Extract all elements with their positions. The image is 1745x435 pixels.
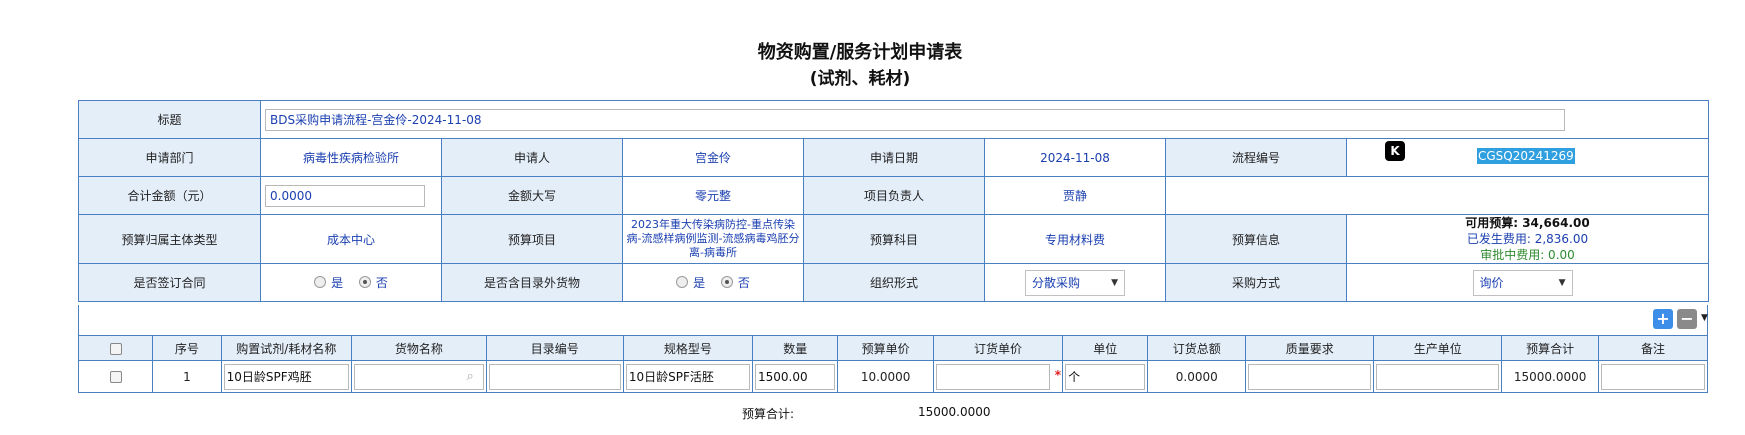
col-header-qty: 数量 bbox=[752, 335, 839, 361]
required-mark: * bbox=[1054, 368, 1062, 382]
budget-subject-value: 专用材料费 bbox=[984, 214, 1166, 264]
grid-header-row: 序号 购置试剂/耗材名称 货物名称 目录编号 规格型号 数量 预算单价 订货单价… bbox=[77, 335, 1709, 361]
applicant-label: 申请人 bbox=[441, 138, 623, 177]
radio-selected-icon bbox=[720, 276, 733, 289]
chevron-down-icon[interactable]: ▼ bbox=[1701, 313, 1708, 323]
col-header-spec: 规格型号 bbox=[622, 335, 754, 361]
dept-value: 病毒性疾病检验所 bbox=[260, 138, 442, 177]
budget-spent: 已发生费用: 2,836.00 bbox=[1466, 232, 1589, 246]
application-form: 标题 BDS采购申请流程-宫金伶-2024-11-08 申请部门 病毒性疾病检验… bbox=[78, 100, 1709, 302]
dept-label: 申请部门 bbox=[78, 138, 261, 177]
col-header-producer: 生产单位 bbox=[1373, 335, 1503, 361]
budget-available: 可用预算: 34,664.00 bbox=[1465, 216, 1590, 230]
col-header-index: 序号 bbox=[152, 335, 222, 361]
budget-total-value: 15000.0000 bbox=[1501, 360, 1599, 393]
row-index: 1 bbox=[152, 360, 222, 393]
col-header-note: 备注 bbox=[1597, 335, 1709, 361]
budget-info-label: 预算信息 bbox=[1165, 214, 1347, 264]
search-icon[interactable]: ⌕ bbox=[467, 369, 474, 384]
chevron-down-icon: ▼ bbox=[1111, 277, 1118, 288]
budget-pending: 审批中费用: 0.00 bbox=[1480, 248, 1575, 262]
quality-input[interactable] bbox=[1248, 363, 1372, 390]
producer-input[interactable] bbox=[1376, 363, 1500, 390]
note-input[interactable] bbox=[1600, 363, 1705, 390]
summary-value: 15000.0000 bbox=[918, 405, 991, 419]
items-grid: 序号 购置试剂/耗材名称 货物名称 目录编号 规格型号 数量 预算单价 订货单价… bbox=[77, 335, 1709, 393]
process-no-label: 流程编号 bbox=[1165, 138, 1347, 177]
contract-yes-radio[interactable]: 是 bbox=[314, 274, 343, 291]
budget-item-label: 预算项目 bbox=[441, 214, 623, 264]
purchase-method-label: 采购方式 bbox=[1165, 263, 1347, 302]
spec-input[interactable]: 10日龄SPF活胚 bbox=[625, 363, 751, 390]
process-no-value: CGSQ20241269 bbox=[1477, 148, 1575, 164]
budget-price-value: 10.0000 bbox=[837, 360, 934, 393]
date-label: 申请日期 bbox=[803, 138, 985, 177]
qty-input[interactable]: 1500.00 bbox=[755, 363, 836, 390]
radio-circle-icon bbox=[314, 276, 327, 289]
col-header-catalog: 目录编号 bbox=[485, 335, 624, 361]
project-owner-value: 贾静 bbox=[984, 176, 1166, 215]
summary-label: 预算合计: bbox=[742, 407, 795, 421]
k-badge-icon[interactable]: K bbox=[1385, 141, 1405, 161]
org-form-select[interactable]: 分散采购 ▼ bbox=[1025, 269, 1125, 296]
item-name-input[interactable]: 10日龄SPF鸡胚 bbox=[223, 363, 349, 390]
budget-info: 可用预算: 34,664.00 已发生费用: 2,836.00 审批中费用: 0… bbox=[1346, 214, 1709, 264]
project-owner-label: 项目负责人 bbox=[803, 176, 985, 215]
chevron-down-icon: ▼ bbox=[1558, 277, 1566, 288]
catalog-label: 是否含目录外货物 bbox=[441, 263, 623, 302]
budget-item-value: 2023年重大传染病防控-重点传染病-流感样病例监测-流感病毒鸡胚分离-病毒所 bbox=[622, 214, 804, 264]
contract-label: 是否签订合同 bbox=[78, 263, 261, 302]
unit-input[interactable]: 个 bbox=[1065, 363, 1146, 390]
remove-row-button[interactable]: − bbox=[1677, 309, 1697, 329]
subject-label: 标题 bbox=[78, 100, 261, 139]
col-header-unit: 单位 bbox=[1062, 335, 1149, 361]
col-header-order-total: 订货总额 bbox=[1147, 335, 1247, 361]
order-total-value: 0.0000 bbox=[1147, 360, 1247, 393]
col-header-budget-price: 预算单价 bbox=[837, 335, 934, 361]
grid-toolbar: + − ▼ bbox=[78, 305, 1708, 335]
amount-cn-label: 金额大写 bbox=[441, 176, 623, 215]
col-header-order-price: 订货单价 bbox=[932, 335, 1064, 361]
budget-subject-label: 预算科目 bbox=[803, 214, 985, 264]
col-header-name: 购置试剂/耗材名称 bbox=[220, 335, 352, 361]
purchase-method-select[interactable]: 询价 ▼ bbox=[1472, 269, 1573, 296]
catalog-no-input[interactable] bbox=[488, 363, 621, 390]
org-form-label: 组织形式 bbox=[803, 263, 985, 302]
catalog-yes-radio[interactable]: 是 bbox=[676, 274, 705, 291]
total-amount-input[interactable]: 0.0000 bbox=[265, 184, 425, 207]
subject-input[interactable]: BDS采购申请流程-宫金伶-2024-11-08 bbox=[265, 108, 1565, 131]
applicant-value: 宫金伶 bbox=[622, 138, 804, 177]
goods-name-input[interactable] bbox=[353, 363, 484, 390]
total-label: 合计金额（元） bbox=[78, 176, 261, 215]
radio-selected-icon bbox=[358, 276, 371, 289]
form-subtitle: (试剂、耗材) bbox=[809, 69, 911, 89]
select-all-checkbox[interactable] bbox=[109, 342, 122, 355]
amount-cn-value: 零元整 bbox=[622, 176, 804, 215]
budget-type-label: 预算归属主体类型 bbox=[78, 214, 261, 264]
form-title: 物资购置/服务计划申请表 bbox=[757, 42, 963, 63]
budget-type-value: 成本中心 bbox=[260, 214, 442, 264]
add-row-button[interactable]: + bbox=[1653, 309, 1673, 329]
radio-circle-icon bbox=[676, 276, 689, 289]
order-price-input[interactable] bbox=[935, 363, 1051, 390]
contract-no-radio[interactable]: 否 bbox=[358, 274, 388, 291]
col-header-quality: 质量要求 bbox=[1245, 335, 1375, 361]
table-row: 1 10日龄SPF鸡胚 ⌕ 10日龄SPF活胚 1500.00 10.0000 … bbox=[77, 360, 1709, 393]
col-header-budget-total: 预算合计 bbox=[1501, 335, 1599, 361]
row-checkbox[interactable] bbox=[109, 371, 122, 383]
date-value: 2024-11-08 bbox=[984, 138, 1166, 177]
col-header-goods: 货物名称 bbox=[350, 335, 487, 361]
catalog-no-radio[interactable]: 否 bbox=[720, 274, 750, 291]
